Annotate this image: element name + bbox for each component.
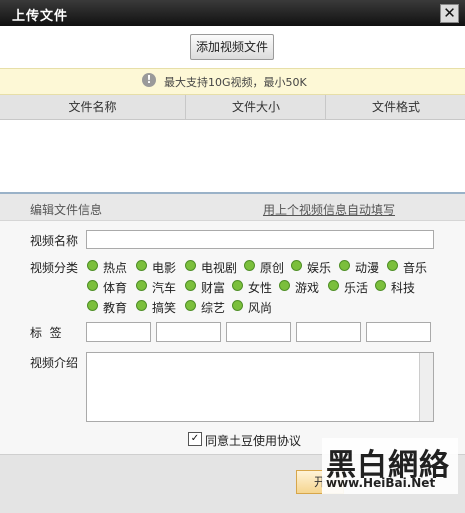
category-option-label: 电影 <box>152 261 177 275</box>
column-header-format[interactable]: 文件格式 <box>325 95 465 119</box>
upload-area: 添加视频文件 <box>0 26 465 68</box>
category-option-label: 电视剧 <box>201 261 238 275</box>
video-name-label: 视频名称 <box>30 234 79 248</box>
category-option-label: 科技 <box>391 281 416 295</box>
radio-button[interactable] <box>185 280 196 291</box>
description-label: 视频介绍 <box>30 356 79 370</box>
category-option-label: 风尚 <box>248 301 273 315</box>
tag-input[interactable] <box>296 322 361 342</box>
tag-input[interactable] <box>86 322 151 342</box>
close-icon: ✕ <box>443 4 456 22</box>
radio-button[interactable] <box>87 260 98 271</box>
category-option-label: 音乐 <box>403 261 428 275</box>
category-option-label: 乐活 <box>344 281 369 295</box>
category-option-label: 汽车 <box>152 281 177 295</box>
watermark-url: www.HeiBai.Net <box>326 476 436 490</box>
radio-button[interactable] <box>136 300 147 311</box>
tag-input[interactable] <box>156 322 221 342</box>
watermark-logo: 黑白網絡 www.HeiBai.Net <box>322 438 458 494</box>
file-table-header: 文件名称 文件大小 文件格式 <box>0 95 465 120</box>
radio-button[interactable] <box>136 280 147 291</box>
radio-button[interactable] <box>328 280 339 291</box>
agree-label: 同意土豆使用协议 <box>205 434 302 448</box>
close-button[interactable]: ✕ <box>440 4 459 23</box>
radio-button[interactable] <box>291 260 302 271</box>
info-icon: ! <box>142 73 156 87</box>
radio-button[interactable] <box>87 280 98 291</box>
radio-button[interactable] <box>232 280 243 291</box>
video-name-input[interactable] <box>86 230 434 249</box>
category-option-label: 动漫 <box>355 261 380 275</box>
radio-button[interactable] <box>185 260 196 271</box>
category-option-label: 娱乐 <box>307 261 332 275</box>
radio-button[interactable] <box>185 300 196 311</box>
radio-button[interactable] <box>244 260 255 271</box>
tags-label: 标 签 <box>30 326 62 340</box>
radio-button[interactable] <box>375 280 386 291</box>
category-option-label: 体育 <box>103 281 128 295</box>
category-option-label: 热点 <box>103 261 128 275</box>
upload-dialog: 上传文件 ✕ 添加视频文件 ! 最大支持10G视频，最小50K 文件名称 文件大… <box>0 0 465 513</box>
radio-button[interactable] <box>232 300 243 311</box>
category-option-label: 女性 <box>248 281 273 295</box>
description-scrollbar[interactable] <box>419 353 433 421</box>
tag-input[interactable] <box>226 322 291 342</box>
radio-button[interactable] <box>136 260 147 271</box>
category-option-label: 综艺 <box>201 301 226 315</box>
tag-input[interactable] <box>366 322 431 342</box>
column-header-name[interactable]: 文件名称 <box>0 95 185 119</box>
radio-button[interactable] <box>339 260 350 271</box>
category-option-label: 游戏 <box>295 281 320 295</box>
category-label: 视频分类 <box>30 261 79 275</box>
notice-text: 最大支持10G视频，最小50K <box>164 76 307 89</box>
radio-button[interactable] <box>279 280 290 291</box>
autofill-link[interactable]: 用上个视频信息自动填写 <box>263 201 395 218</box>
title-bar: 上传文件 ✕ <box>0 0 465 26</box>
video-info-form: 视频名称 视频分类 热点 电影 电视剧 原创 娱乐 动漫 音乐 体育 汽车 财富… <box>0 221 465 454</box>
category-option-label: 搞笑 <box>152 301 177 315</box>
category-option-label: 原创 <box>260 261 285 275</box>
category-option-label: 财富 <box>201 281 226 295</box>
radio-button[interactable] <box>387 260 398 271</box>
edit-info-title: 编辑文件信息 <box>30 203 103 217</box>
size-notice: ! 最大支持10G视频，最小50K <box>0 68 465 95</box>
file-list[interactable] <box>0 120 465 192</box>
category-option-label: 教育 <box>103 301 128 315</box>
edit-info-header: 编辑文件信息 用上个视频信息自动填写 <box>0 194 465 221</box>
radio-button[interactable] <box>87 300 98 311</box>
dialog-title: 上传文件 <box>12 9 69 24</box>
column-header-size[interactable]: 文件大小 <box>185 95 326 119</box>
description-textarea[interactable] <box>86 352 434 422</box>
agree-checkbox[interactable]: ✓ <box>188 432 202 446</box>
add-video-button[interactable]: 添加视频文件 <box>190 34 274 60</box>
